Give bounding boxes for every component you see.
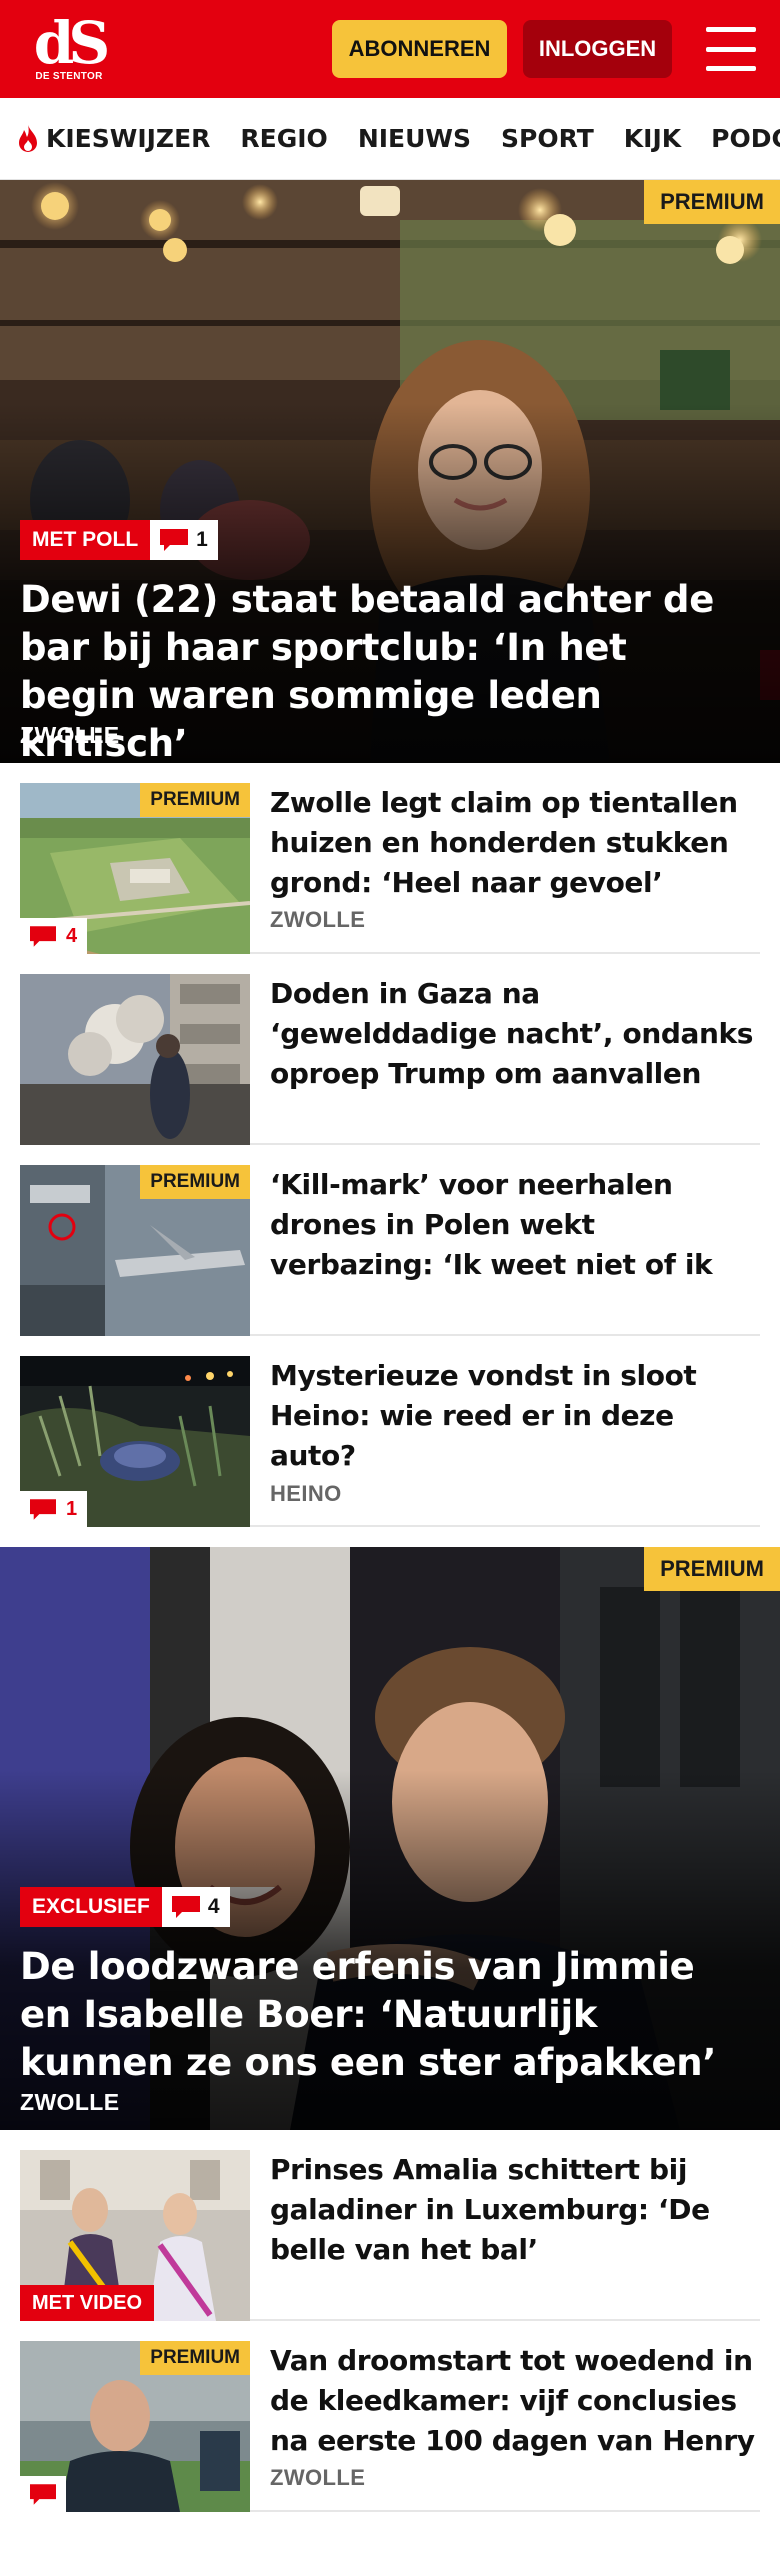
hero-title[interactable]: De loodzware erfenis van Jimmie en Isabe… (20, 1943, 754, 2087)
nav-item-regio[interactable]: REGIO (240, 124, 327, 153)
article-title[interactable]: Mysterieuze vondst in sloot Heino: wie r… (270, 1356, 760, 1476)
subscribe-button[interactable]: ABONNEREN (332, 20, 507, 78)
article-location: HEINO (270, 1481, 342, 1506)
comment-count-value: 4 (207, 1895, 220, 1918)
hero-title[interactable]: Dewi (22) staat betaald achter de bar bi… (20, 576, 754, 763)
comment-icon (30, 925, 56, 947)
logo-mark: dS (33, 8, 110, 77)
article-thumbnail: 1 (20, 1356, 250, 1527)
exclusive-tag: EXCLUSIEF (20, 1887, 162, 1927)
logo-subtitle: DE STENTOR (35, 70, 103, 82)
list-item[interactable]: PREMIUM 4 Zwolle legt claim op tientalle… (20, 763, 760, 954)
thumb-gaza-smoke (20, 974, 250, 1145)
nav-item-kijk[interactable]: KIJK (624, 124, 681, 153)
login-button[interactable]: INLOGGEN (523, 20, 672, 78)
article-thumbnail: MET VIDEO (20, 2150, 250, 2321)
comment-count[interactable]: 1 (20, 1491, 88, 1527)
premium-badge: PREMIUM (140, 2341, 250, 2375)
premium-badge: PREMIUM (140, 1165, 250, 1199)
nav-label: KIESWIJZER (46, 124, 211, 153)
flame-icon (19, 124, 37, 152)
comment-count[interactable]: 4 (20, 918, 88, 954)
main-nav: KIESWIJZER REGIO NIEUWS SPORT KIJK PODCA… (0, 98, 780, 180)
nav-item-nieuws[interactable]: NIEUWS (358, 124, 471, 153)
article-title[interactable]: Zwolle legt claim op tientallen huizen e… (270, 783, 760, 903)
comment-count-value: 1 (196, 528, 208, 551)
hero-tags: MET POLL 1 (20, 520, 218, 560)
article-location: ZWOLLE (270, 907, 366, 932)
list-item[interactable]: MET VIDEO Prinses Amalia schittert bij g… (20, 2130, 760, 2321)
site-header: dS DE STENTOR ABONNEREN INLOGGEN (0, 0, 780, 98)
premium-badge: PREMIUM (140, 783, 250, 817)
article-title[interactable]: Van droomstart tot woedend in de kleedka… (270, 2341, 760, 2461)
menu-icon[interactable] (706, 27, 756, 71)
list-item[interactable]: PREMIUM Van droomstart tot woedend in de… (20, 2321, 760, 2512)
article-thumbnail (20, 974, 250, 1145)
hero-location: ZWOLLE (20, 722, 120, 748)
poll-tag: MET POLL (20, 520, 151, 560)
article-list: PREMIUM 4 Zwolle legt claim op tientalle… (0, 763, 780, 1527)
hero-tags: EXCLUSIEF 4 (20, 1887, 230, 1927)
video-tag: MET VIDEO (20, 2285, 155, 2321)
hero-article[interactable]: PREMIUM EXCLUSIEF 4 De loodzware erfenis… (0, 1547, 780, 2130)
nav-item-sport[interactable]: SPORT (501, 124, 594, 153)
article-title[interactable]: Doden in Gaza na ‘gewelddadige nacht’, o… (270, 974, 760, 1094)
article-title[interactable]: ‘Kill-mark’ voor neerhalen drones in Pol… (270, 1165, 760, 1285)
hero-article[interactable]: PREMIUM MET POLL 1 Dewi (22) staat betaa… (0, 180, 780, 763)
premium-badge: PREMIUM (644, 180, 780, 224)
article-title[interactable]: Prinses Amalia schittert bij galadiner i… (270, 2150, 760, 2270)
list-item[interactable]: Doden in Gaza na ‘gewelddadige nacht’, o… (20, 954, 760, 1145)
comment-count[interactable]: 4 (161, 1887, 230, 1927)
article-list: MET VIDEO Prinses Amalia schittert bij g… (0, 2130, 780, 2512)
article-thumbnail: PREMIUM (20, 2341, 250, 2512)
nav-item-podcast[interactable]: PODCAS (711, 124, 780, 153)
nav-item-kieswijzer[interactable]: KIESWIJZER (16, 124, 210, 154)
list-item[interactable]: 1 Mysterieuze vondst in sloot Heino: wie… (20, 1336, 760, 1527)
site-logo[interactable]: dS DE STENTOR (28, 8, 110, 82)
comment-count-value: 4 (66, 924, 78, 947)
comment-icon (30, 1498, 56, 1520)
comment-icon (171, 1896, 200, 1918)
comment-icon (30, 2483, 56, 2505)
article-thumbnail: PREMIUM (20, 1165, 250, 1336)
hero-location: ZWOLLE (20, 2089, 120, 2115)
premium-badge: PREMIUM (644, 1547, 780, 1591)
list-item[interactable]: PREMIUM ‘Kill-mark’ voor neerhalen drone… (20, 1145, 760, 1336)
comment-count[interactable] (20, 2476, 66, 2512)
article-location: ZWOLLE (270, 2465, 366, 2490)
comment-count-value: 1 (66, 1497, 78, 1520)
article-thumbnail: PREMIUM 4 (20, 783, 250, 954)
comment-count[interactable]: 1 (150, 520, 218, 560)
comment-icon (160, 529, 189, 551)
